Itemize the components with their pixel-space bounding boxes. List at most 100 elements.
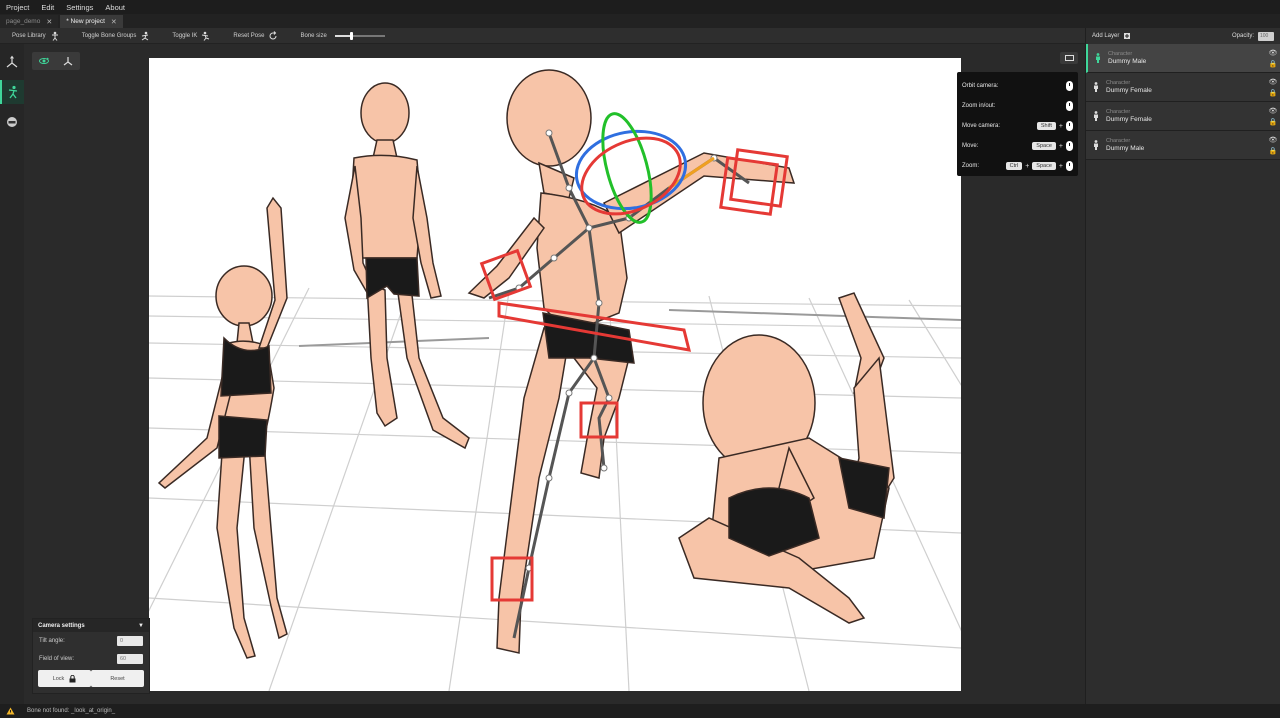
layer-type: Character — [1106, 138, 1131, 144]
reset-button-label: Reset — [110, 675, 125, 682]
help-zoom: Zoom: Ctrl + Space + — [962, 156, 1073, 176]
screen-icon — [1064, 55, 1074, 61]
tab-page-demo[interactable]: page_demo ✕ — [0, 15, 59, 28]
add-layer-label: Add Layer — [1092, 33, 1120, 39]
pose-figure-icon — [8, 85, 18, 99]
dummy-female-lying-figure[interactable] — [678, 292, 895, 624]
mouse-icon — [1066, 161, 1073, 171]
tilt-angle-input[interactable]: 0 — [117, 636, 143, 646]
toolbar: Pose Library Toggle Bone Groups Toggle I… — [0, 28, 1085, 44]
close-icon[interactable]: ✕ — [46, 18, 52, 26]
left-toolbar — [0, 44, 24, 704]
key-badge: Space — [1032, 142, 1056, 150]
eye-icon[interactable]: 👁 — [1269, 136, 1278, 144]
key-badge: Shift — [1036, 122, 1056, 130]
opacity-input[interactable]: 100 — [1258, 31, 1274, 41]
layer-name: Dummy Female — [1106, 87, 1152, 94]
layer-name: Dummy Male — [1108, 58, 1147, 65]
pose-figure-icon — [51, 31, 58, 41]
status-bar: Bone not found: _look_at_origin_ — [0, 704, 1280, 718]
help-move: Move: Space + — [962, 136, 1073, 156]
3d-canvas[interactable] — [149, 58, 961, 691]
layer-item[interactable]: Character Dummy Female 👁 🔒 — [1086, 73, 1280, 102]
bone-size-label: Bone size — [300, 32, 327, 39]
help-zoom-in-out: Zoom in/out: — [962, 96, 1073, 116]
warning-icon — [6, 707, 15, 715]
plus-icon: + — [1058, 122, 1063, 130]
reset-camera-button[interactable]: Reset — [91, 670, 144, 687]
fov-row: Field of view: 60 — [33, 650, 149, 668]
ik-icon — [202, 31, 210, 41]
rotate-gizmo-icon[interactable] — [38, 55, 50, 67]
key-badge: Ctrl — [1005, 162, 1023, 170]
camera-help-toggle[interactable] — [1060, 52, 1078, 64]
transform-tool-button[interactable] — [0, 50, 24, 74]
layer-name: Dummy Male — [1106, 145, 1145, 152]
toggle-ik-label: Toggle IK — [172, 32, 198, 39]
reset-pose-button[interactable]: Reset Pose — [233, 30, 278, 41]
tilt-angle-row: Tilt angle: 0 — [33, 632, 149, 650]
head-tool-button[interactable] — [0, 110, 24, 134]
scene-render[interactable] — [149, 58, 961, 691]
plus-icon: + — [1058, 162, 1063, 170]
collapse-triangle-icon[interactable]: ▼ — [138, 623, 144, 629]
pose-library-button[interactable]: Pose Library — [12, 31, 60, 41]
axes-icon[interactable] — [62, 55, 74, 67]
toggle-ik-button[interactable]: Toggle IK — [172, 31, 211, 41]
gizmo-mode-toolbar — [32, 52, 80, 70]
mouse-icon — [1066, 141, 1073, 151]
tab-bar: page_demo ✕ * New project ✕ — [0, 14, 1280, 28]
menu-edit[interactable]: Edit — [35, 3, 60, 12]
eye-icon[interactable]: 👁 — [1269, 107, 1278, 115]
menu-bar: Project Edit Settings About — [0, 0, 1280, 14]
character-icon — [1094, 82, 1098, 92]
bone-size-slider[interactable] — [334, 31, 385, 40]
tab-new-project[interactable]: * New project ✕ — [60, 15, 123, 28]
camera-settings-title: Camera settings — [38, 622, 85, 629]
lock-button-label: Lock — [52, 675, 65, 682]
bone-size-knob[interactable] — [350, 31, 354, 40]
plus-icon: + — [1058, 142, 1063, 150]
lock-icon[interactable]: 🔒 — [1269, 89, 1278, 97]
pose-tool-button[interactable] — [0, 80, 24, 104]
dummy-female-figure[interactable] — [157, 196, 288, 659]
fov-label: Field of view: — [39, 656, 75, 662]
character-icon — [1094, 111, 1098, 121]
mouse-icon — [1066, 121, 1073, 131]
layer-item[interactable]: Character Dummy Male 👁 🔒 — [1086, 131, 1280, 160]
toggle-bone-groups-button[interactable]: Toggle Bone Groups — [82, 31, 151, 41]
menu-settings[interactable]: Settings — [60, 3, 99, 12]
plus-square-icon — [1124, 33, 1131, 39]
layers-header: Add Layer Opacity: 100 — [1086, 28, 1280, 44]
fov-input[interactable]: 60 — [117, 654, 143, 664]
opacity-control: Opacity: 100 — [1231, 31, 1274, 41]
layer-name: Dummy Female — [1106, 116, 1152, 123]
tab-label: page_demo — [6, 18, 41, 25]
camera-settings-header[interactable]: Camera settings ▼ — [33, 619, 149, 632]
eye-icon[interactable]: 👁 — [1269, 49, 1278, 57]
add-layer-button[interactable]: Add Layer — [1092, 33, 1131, 39]
dummy-male-figure[interactable] — [344, 82, 470, 450]
tab-label: * New project — [66, 18, 105, 25]
opacity-label: Opacity: — [1231, 33, 1254, 39]
help-orbit: Orbit camera: — [962, 76, 1073, 96]
close-icon[interactable]: ✕ — [111, 18, 117, 26]
layer-item[interactable]: Character Dummy Male 👁 🔒 — [1086, 44, 1280, 73]
mouse-icon — [1066, 101, 1073, 111]
lock-icon[interactable]: 🔒 — [1269, 118, 1278, 126]
lock-icon[interactable]: 🔒 — [1269, 147, 1278, 155]
character-icon — [1096, 53, 1100, 63]
bone-groups-icon — [142, 31, 149, 40]
menu-project[interactable]: Project — [0, 3, 35, 12]
tilt-angle-label: Tilt angle: — [39, 638, 65, 644]
controls-help-panel: Orbit camera: Zoom in/out: Move camera: … — [957, 72, 1078, 176]
menu-about[interactable]: About — [99, 3, 131, 12]
lock-icon[interactable]: 🔒 — [1269, 60, 1278, 68]
layer-item[interactable]: Character Dummy Female 👁 🔒 — [1086, 102, 1280, 131]
eye-icon[interactable]: 👁 — [1269, 78, 1278, 86]
head-icon — [7, 117, 17, 127]
help-move-camera: Move camera: Shift + — [962, 116, 1073, 136]
lock-button[interactable]: Lock — [38, 670, 91, 687]
reset-icon — [269, 30, 277, 39]
help-label: Zoom in/out: — [962, 103, 996, 109]
